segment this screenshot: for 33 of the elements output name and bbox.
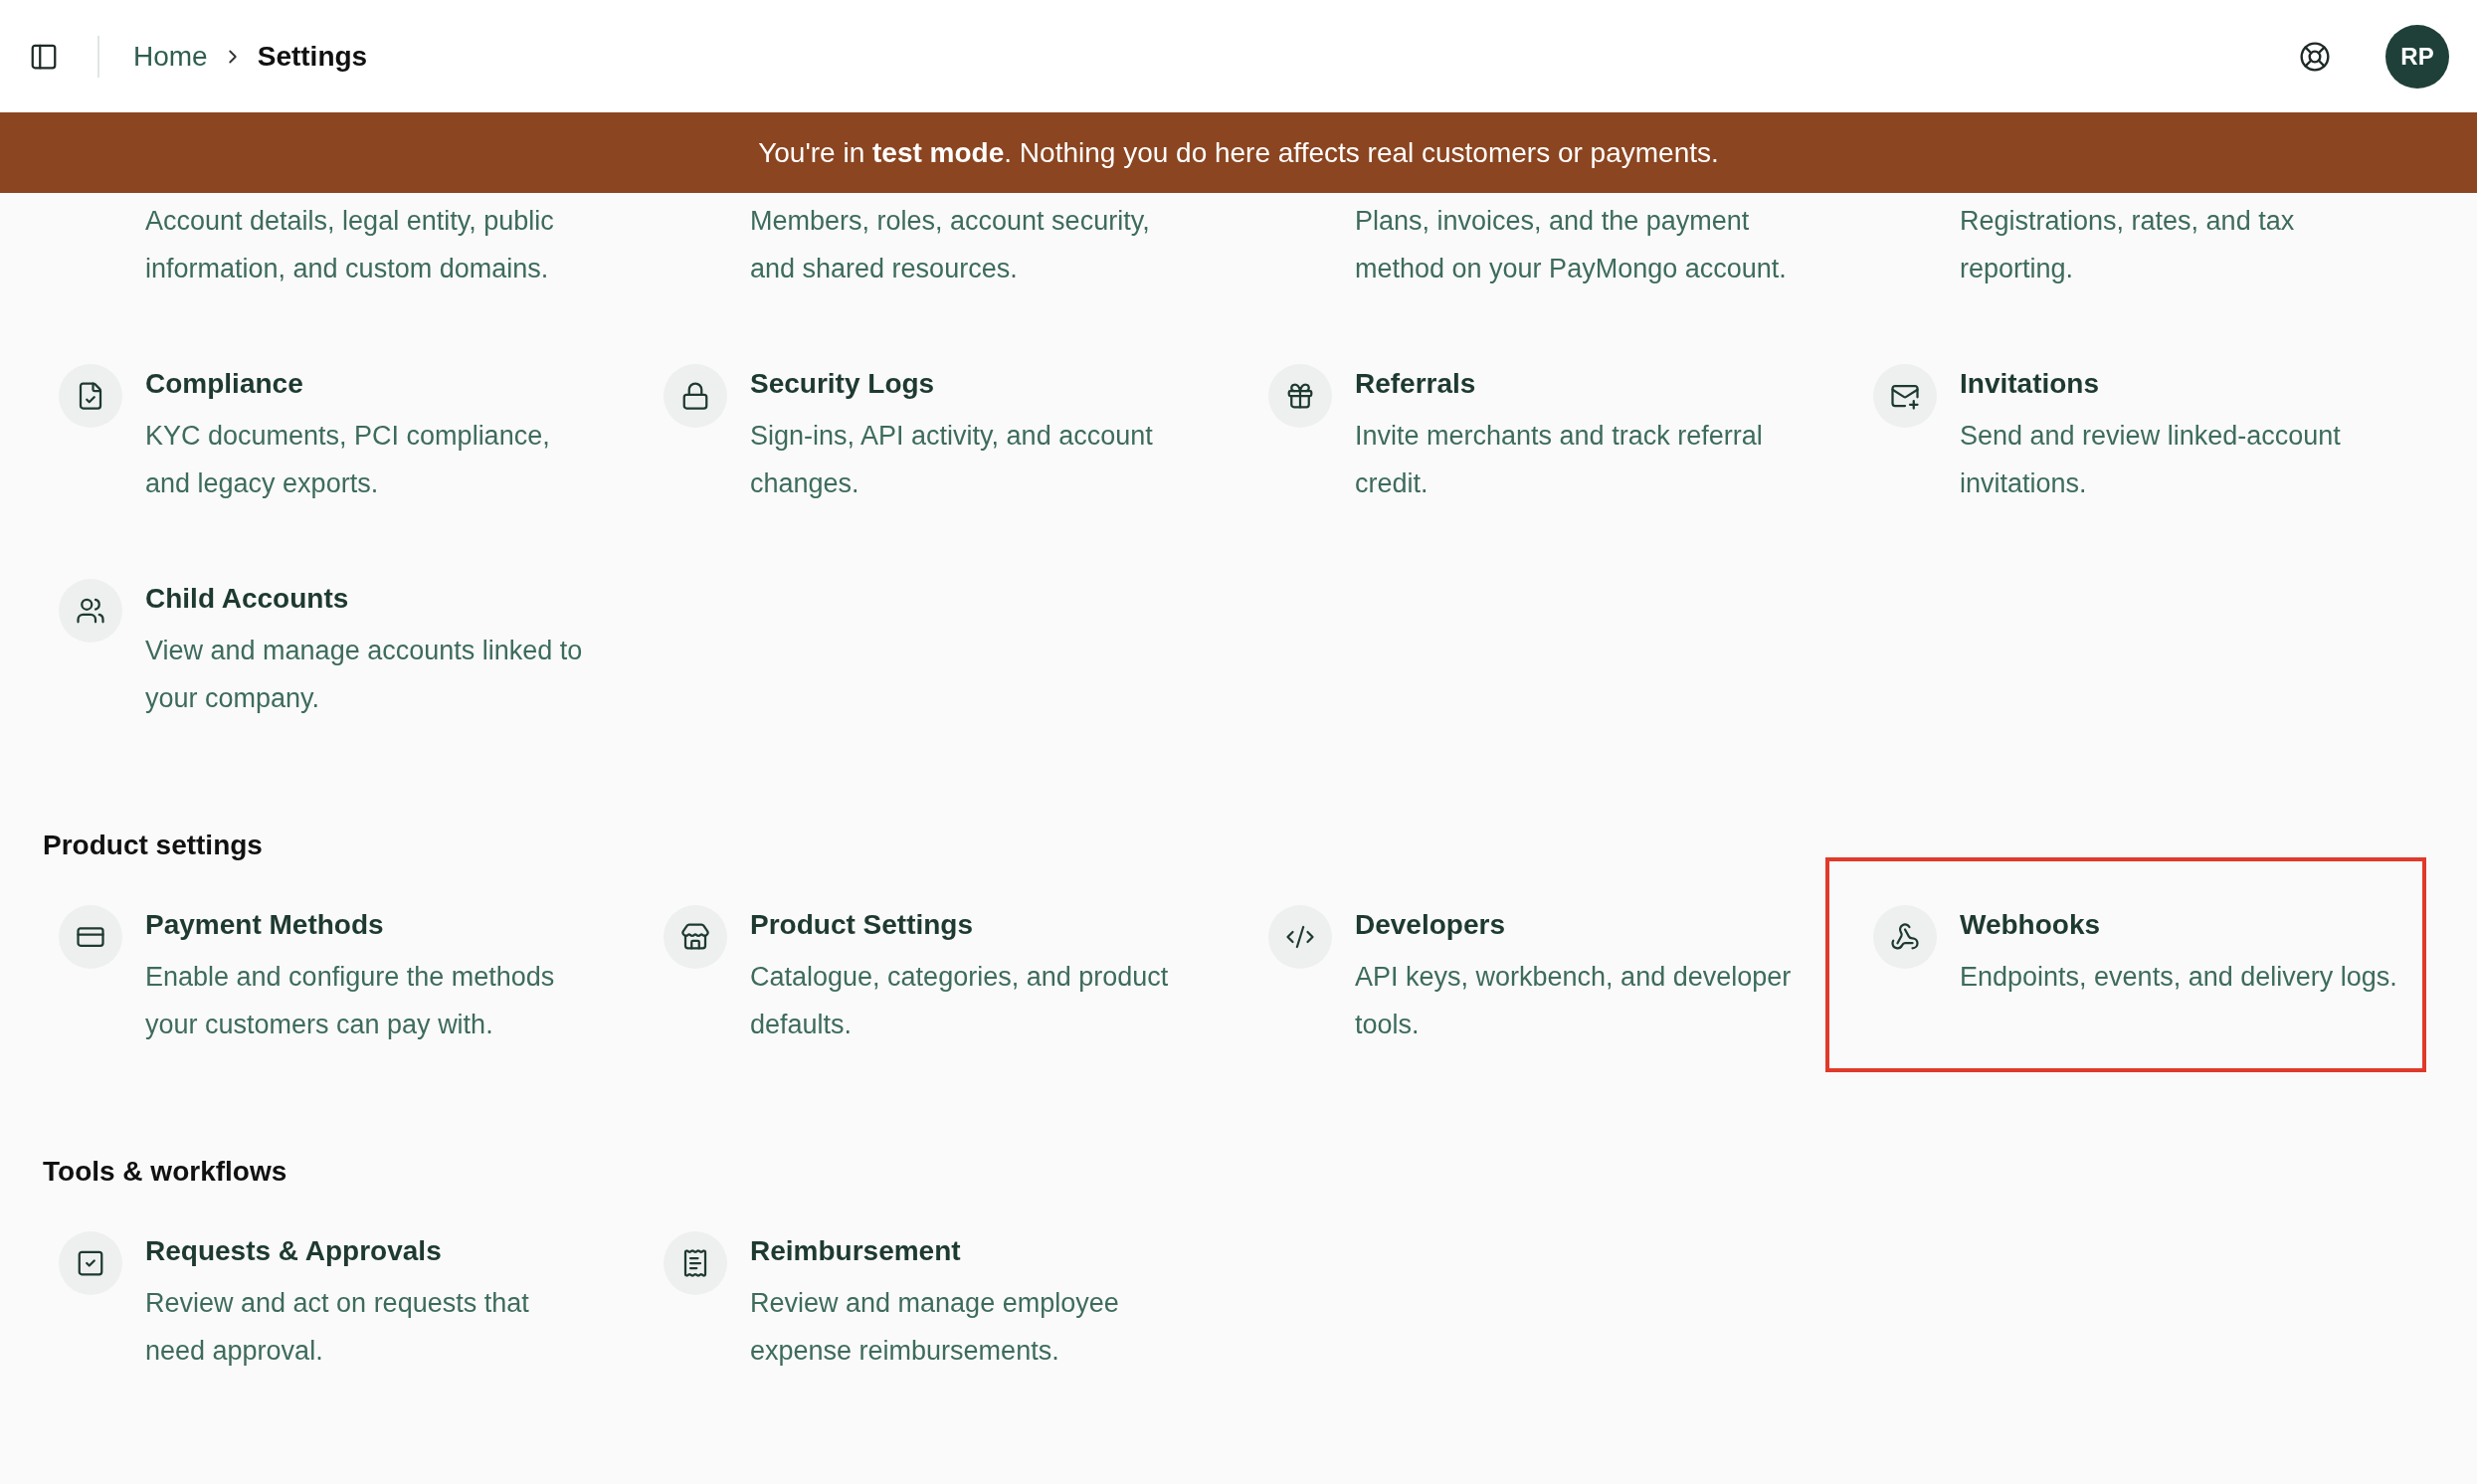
card-title[interactable]: Child Accounts: [145, 579, 584, 619]
card-title[interactable]: Payment Methods: [145, 905, 584, 945]
banner-message: You're in test mode. Nothing you do here affects real customers or payments.: [758, 135, 1719, 170]
card-description: Catalogue, categories, and product defaults.: [750, 961, 1170, 1041]
card-description: Enable and configure the methods your customers can pay with.: [145, 961, 556, 1041]
help-icon[interactable]: [2298, 39, 2332, 74]
card-title[interactable]: Reimbursement: [750, 1231, 1189, 1271]
card-description: KYC documents, PCI compliance, and legacy exports.: [145, 420, 551, 500]
card-description: Review and act on requests that need approval.: [145, 1287, 530, 1368]
section-heading: Tools & workflows: [43, 1155, 287, 1189]
card-description: View and manage accounts linked to your company.: [145, 635, 584, 715]
card-title[interactable]: Referrals: [1355, 364, 1794, 404]
section-heading: Product settings: [43, 829, 263, 862]
card-title[interactable]: Security Logs: [750, 364, 1189, 404]
card-title[interactable]: Requests & Approvals: [145, 1231, 584, 1271]
card-description: Endpoints, events, and delivery logs.: [1960, 961, 2398, 994]
user-avatar[interactable]: RP: [2385, 24, 2449, 89]
card-title[interactable]: Webhooks: [1960, 905, 2398, 945]
breadcrumb-link[interactable]: Home: [133, 35, 208, 78]
card-description: Account details, legal entity, public information, and custom domains.: [145, 205, 555, 285]
card-description: Send and review linked-account invitations.: [1960, 420, 2342, 500]
card-description: Sign-ins, API activity, and account changes.: [750, 420, 1154, 500]
card-description: Review and manage employee expense reimbursements.: [750, 1287, 1120, 1368]
card-title[interactable]: Invitations: [1960, 364, 2398, 404]
breadcrumb-current: Settings: [257, 39, 368, 74]
card-title[interactable]: Product Settings: [750, 905, 1189, 945]
card-title[interactable]: Compliance: [145, 364, 584, 404]
card-description: Plans, invoices, and the payment method on your PayMongo account.: [1355, 205, 1788, 285]
card-description: Registrations, rates, and tax reporting.: [1960, 205, 2296, 285]
card-description: Invite merchants and track referral credit.: [1355, 420, 1764, 500]
card-title[interactable]: Developers: [1355, 905, 1794, 945]
card-description: Members, roles, account security, and shared resources.: [750, 205, 1151, 285]
card-description: API keys, workbench, and developer tools.: [1355, 961, 1793, 1041]
